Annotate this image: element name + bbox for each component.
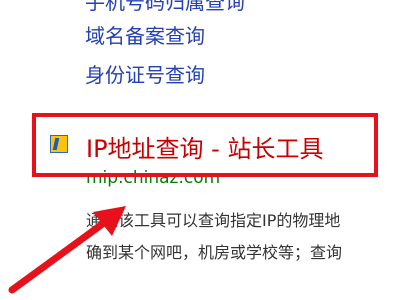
- arrow-icon: [8, 206, 126, 294]
- search-results-page: 手机号码归属查询 域名备案查询 身份证号查询 IP地址查询 - 站长工具 mip…: [0, 0, 400, 300]
